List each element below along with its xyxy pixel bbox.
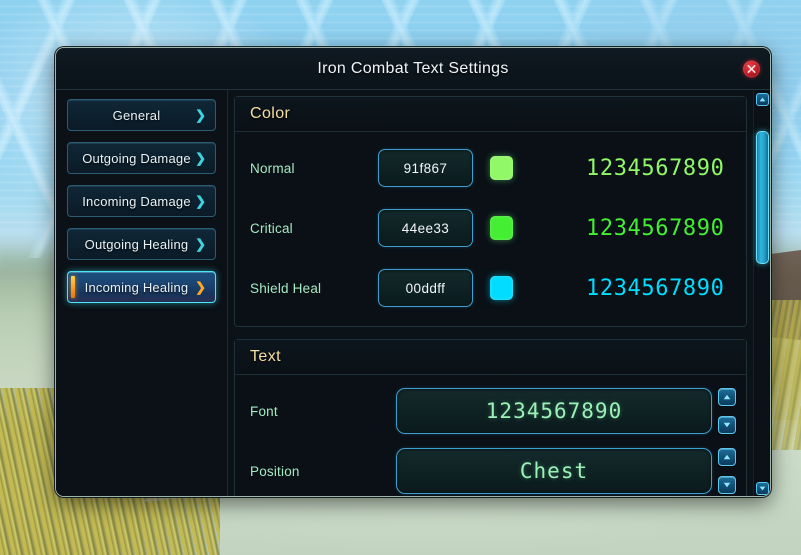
content-scrollbar[interactable] xyxy=(753,90,770,496)
sidebar-item-outgoing-damage[interactable]: Outgoing Damage ❯ xyxy=(67,142,216,174)
row-label: Shield Heal xyxy=(250,280,322,296)
scrollbar-track[interactable] xyxy=(755,109,769,479)
dialog-titlebar: Iron Combat Text Settings xyxy=(56,48,770,90)
text-row-font: Font 1234567890 xyxy=(235,381,746,441)
chevron-right-icon: ❯ xyxy=(195,107,206,123)
normal-color-preview-text: 1234567890 xyxy=(586,155,725,181)
scroll-up-icon[interactable] xyxy=(755,93,769,106)
scroll-down-icon[interactable] xyxy=(755,482,769,495)
shield-heal-color-preview-text: 1234567890 xyxy=(586,275,725,301)
sidebar-item-incoming-healing[interactable]: Incoming Healing ❯ xyxy=(67,271,216,303)
field-value: 91f867 xyxy=(403,160,448,176)
row-label: Position xyxy=(250,463,300,479)
font-spinner xyxy=(718,388,736,434)
dialog-body: General ❯ Outgoing Damage ❯ Incoming Dam… xyxy=(56,90,770,496)
close-icon[interactable] xyxy=(743,60,760,77)
sidebar-item-general[interactable]: General ❯ xyxy=(67,99,216,131)
sidebar-item-label: General xyxy=(112,107,161,123)
normal-color-hex-input[interactable]: 91f867 xyxy=(378,149,473,187)
position-select-field[interactable]: Chest xyxy=(396,448,712,494)
field-value: Chest xyxy=(519,459,589,483)
color-row-critical: Critical 44ee33 1234567890 xyxy=(235,198,746,258)
chevron-right-icon: ❯ xyxy=(195,193,206,209)
shield-heal-color-swatch[interactable] xyxy=(490,276,513,300)
row-label: Critical xyxy=(250,220,293,236)
settings-dialog: Iron Combat Text Settings General ❯ Outg… xyxy=(55,47,771,497)
sidebar-item-incoming-damage[interactable]: Incoming Damage ❯ xyxy=(67,185,216,217)
row-label: Normal xyxy=(250,160,295,176)
text-section-header: Text xyxy=(235,340,746,375)
text-section: Text Font 1234567890 Position Chest xyxy=(234,339,747,496)
position-spinner xyxy=(718,448,736,494)
chevron-up-icon[interactable] xyxy=(718,448,736,466)
sidebar-item-outgoing-healing[interactable]: Outgoing Healing ❯ xyxy=(67,228,216,260)
color-row-shield-heal: Shield Heal 00ddff 1234567890 xyxy=(235,258,746,318)
content-wrapper: Color Normal 91f867 1234567890 Critical … xyxy=(228,90,770,496)
scrollbar-thumb[interactable] xyxy=(755,131,769,265)
font-select-field[interactable]: 1234567890 xyxy=(396,388,712,434)
color-section-header: Color xyxy=(235,97,746,132)
row-label: Font xyxy=(250,403,278,419)
chevron-up-icon[interactable] xyxy=(718,388,736,406)
dialog-title: Iron Combat Text Settings xyxy=(317,59,509,77)
color-section-rows: Normal 91f867 1234567890 Critical 44ee33… xyxy=(235,132,746,326)
field-value: 1234567890 xyxy=(485,399,623,423)
color-row-normal: Normal 91f867 1234567890 xyxy=(235,138,746,198)
chevron-down-icon[interactable] xyxy=(718,416,736,434)
settings-sidebar: General ❯ Outgoing Damage ❯ Incoming Dam… xyxy=(56,90,228,496)
critical-color-hex-input[interactable]: 44ee33 xyxy=(378,209,473,247)
sidebar-item-label: Outgoing Healing xyxy=(84,236,189,252)
settings-content: Color Normal 91f867 1234567890 Critical … xyxy=(228,90,753,496)
shield-heal-color-hex-input[interactable]: 00ddff xyxy=(378,269,473,307)
screen: Iron Combat Text Settings General ❯ Outg… xyxy=(0,0,801,555)
critical-color-swatch[interactable] xyxy=(490,216,513,240)
text-row-position: Position Chest xyxy=(235,441,746,496)
field-value: 44ee33 xyxy=(401,220,450,236)
chevron-right-icon: ❯ xyxy=(195,236,206,252)
normal-color-swatch[interactable] xyxy=(490,156,513,180)
sidebar-item-label: Outgoing Damage xyxy=(82,150,191,166)
critical-color-preview-text: 1234567890 xyxy=(586,215,725,241)
sidebar-item-label: Incoming Damage xyxy=(82,193,191,209)
chevron-right-icon: ❯ xyxy=(195,279,206,295)
sidebar-item-label: Incoming Healing xyxy=(84,279,189,295)
chevron-right-icon: ❯ xyxy=(195,150,206,166)
text-section-rows: Font 1234567890 Position Chest xyxy=(235,375,746,496)
selected-indicator-bar xyxy=(71,276,75,298)
section-title: Text xyxy=(250,348,281,365)
field-value: 00ddff xyxy=(405,280,446,296)
chevron-down-icon[interactable] xyxy=(718,476,736,494)
color-section: Color Normal 91f867 1234567890 Critical … xyxy=(234,96,747,327)
section-title: Color xyxy=(250,105,291,122)
